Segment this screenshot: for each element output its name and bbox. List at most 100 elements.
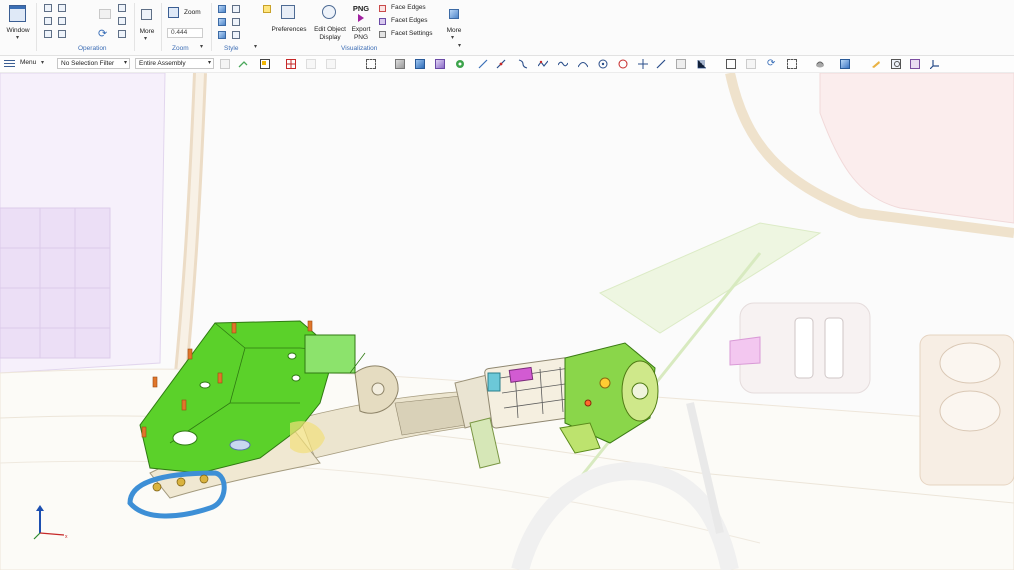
preferences-button[interactable]: Preferences	[270, 4, 308, 44]
fit-icon[interactable]	[44, 4, 52, 12]
window-group: Window ▾	[2, 0, 34, 55]
select-drag-icon[interactable]	[238, 59, 248, 69]
chevron-down-icon[interactable]: ▾	[200, 43, 203, 50]
facet-settings-item[interactable]: Facet Settings	[378, 30, 440, 40]
edit-object-display-button[interactable]: Edit Object Display	[310, 4, 350, 44]
style-shaded-icon[interactable]	[218, 18, 226, 26]
menu-button[interactable]: Menu ▾	[3, 58, 47, 70]
wave-icon[interactable]	[557, 59, 569, 69]
chevron-down-icon: ▾	[144, 36, 148, 42]
chevron-down-icon: ▾	[458, 43, 462, 49]
undo-view-icon[interactable]	[118, 30, 126, 38]
select-box-icon[interactable]	[260, 59, 270, 69]
view-cube-icon[interactable]	[840, 59, 850, 69]
crosshair-icon[interactable]	[638, 59, 648, 69]
style-cube-icon[interactable]	[218, 5, 226, 13]
face-edges-item[interactable]: Face Edges	[378, 4, 438, 14]
ghost-vent-right	[824, 317, 844, 379]
more2-icon	[449, 9, 459, 19]
separator	[161, 3, 162, 51]
preferences-icon	[281, 5, 295, 19]
restore-icon[interactable]	[118, 4, 126, 12]
refresh-icon[interactable]: ⟳	[98, 27, 107, 40]
zoom-group: Zoom 0.444 Zoom ▾	[164, 0, 210, 55]
circle-icon[interactable]	[618, 59, 628, 69]
zoom-button-label: Zoom	[184, 9, 201, 16]
hatch-icon[interactable]	[697, 59, 707, 69]
menu-icon	[4, 60, 15, 67]
selection-filter-dropdown[interactable]: No Selection Filter ▾	[57, 58, 130, 69]
orient-icon[interactable]	[44, 30, 52, 38]
ghost-vent-left	[794, 317, 814, 379]
window-button[interactable]: Window ▾	[4, 3, 32, 43]
more2-button[interactable]: More ▾ ▾	[442, 4, 466, 49]
lasso-icon[interactable]	[366, 59, 376, 69]
lock-icon[interactable]	[118, 17, 126, 25]
fit-window-icon[interactable]	[726, 59, 736, 69]
ghost-grille	[0, 207, 111, 359]
circle-center-icon[interactable]	[598, 59, 608, 69]
operation-group: ⟳ Operation	[38, 0, 134, 55]
spline-icon[interactable]	[537, 59, 549, 69]
grid-snap-icon[interactable]	[326, 59, 336, 69]
triad-icon[interactable]	[929, 59, 940, 70]
assembly-scope-dropdown[interactable]: Entire Assembly ▾	[135, 58, 214, 69]
shade-icon[interactable]	[871, 59, 881, 69]
note-icon[interactable]	[676, 59, 686, 69]
zoom-value: 0.444	[171, 29, 188, 36]
assembly-model[interactable]	[0, 73, 1014, 570]
solid-body-icon[interactable]	[395, 59, 405, 69]
line-icon[interactable]	[478, 59, 488, 69]
export-png-button[interactable]: PNG Export PNG	[350, 4, 374, 44]
saddle-icon[interactable]	[815, 59, 825, 69]
rotate-icon[interactable]: ⟳	[767, 59, 777, 69]
view-mode-icon[interactable]	[99, 9, 111, 19]
edge-icon[interactable]	[496, 59, 506, 69]
frame-icon[interactable]	[746, 59, 756, 69]
facet-settings-label: Facet Settings	[391, 30, 433, 37]
angle-icon[interactable]	[656, 59, 666, 69]
operation-label: Operation	[78, 45, 107, 52]
pan-icon[interactable]	[58, 4, 66, 12]
rotate-icon[interactable]	[44, 17, 52, 25]
chevron-down-icon[interactable]: ▾	[254, 43, 257, 50]
camera-icon[interactable]	[891, 59, 901, 69]
ribbon: Window ▾ ⟳ Operation More ▾ Zoom 0.444 Z…	[0, 0, 1014, 56]
style-hidden-icon[interactable]	[232, 18, 240, 26]
box-select-icon[interactable]	[787, 59, 797, 69]
style-studio-icon[interactable]	[232, 31, 240, 39]
assembly-scope-value: Entire Assembly	[139, 60, 186, 67]
visualization-group: Preferences Edit Object Display PNG Expo…	[262, 0, 442, 55]
zoom-area-icon[interactable]	[58, 17, 66, 25]
more2-group: More ▾ ▾	[442, 0, 468, 55]
zoom-value-field[interactable]: 0.444	[167, 28, 203, 38]
cyan-sensor	[487, 372, 501, 392]
curve-icon[interactable]	[518, 59, 528, 69]
feature-icon[interactable]	[435, 59, 445, 69]
edit-display-icon	[322, 5, 336, 19]
coordinate-triad: x	[33, 505, 68, 540]
facet-edges-item[interactable]: Facet Edges	[378, 17, 438, 27]
snap-view-icon[interactable]	[58, 30, 66, 38]
style-label: Style	[224, 45, 239, 52]
arc-icon[interactable]	[577, 59, 589, 69]
filter-icon[interactable]	[220, 59, 230, 69]
png-badge: PNG	[352, 4, 370, 13]
separator	[211, 3, 212, 51]
style-wire-icon[interactable]	[232, 5, 240, 13]
snap-icon[interactable]	[286, 59, 296, 69]
zoom-button[interactable]: Zoom	[166, 6, 208, 18]
face-icon[interactable]	[415, 59, 425, 69]
visualization-label: Visualization	[341, 45, 378, 52]
facet-edges-label: Facet Edges	[391, 17, 428, 24]
more-button[interactable]: More ▾	[136, 4, 158, 44]
style-group: Style ▾	[214, 0, 262, 55]
graphics-viewport[interactable]: x	[0, 73, 1014, 570]
magenta-lock	[508, 366, 534, 383]
component-icon[interactable]	[455, 59, 465, 69]
point-icon[interactable]	[306, 59, 316, 69]
style-edges-icon[interactable]	[218, 31, 226, 39]
more-group: More ▾	[136, 0, 160, 55]
section-icon[interactable]	[910, 59, 920, 69]
chevron-down-icon: ▾	[451, 35, 455, 41]
